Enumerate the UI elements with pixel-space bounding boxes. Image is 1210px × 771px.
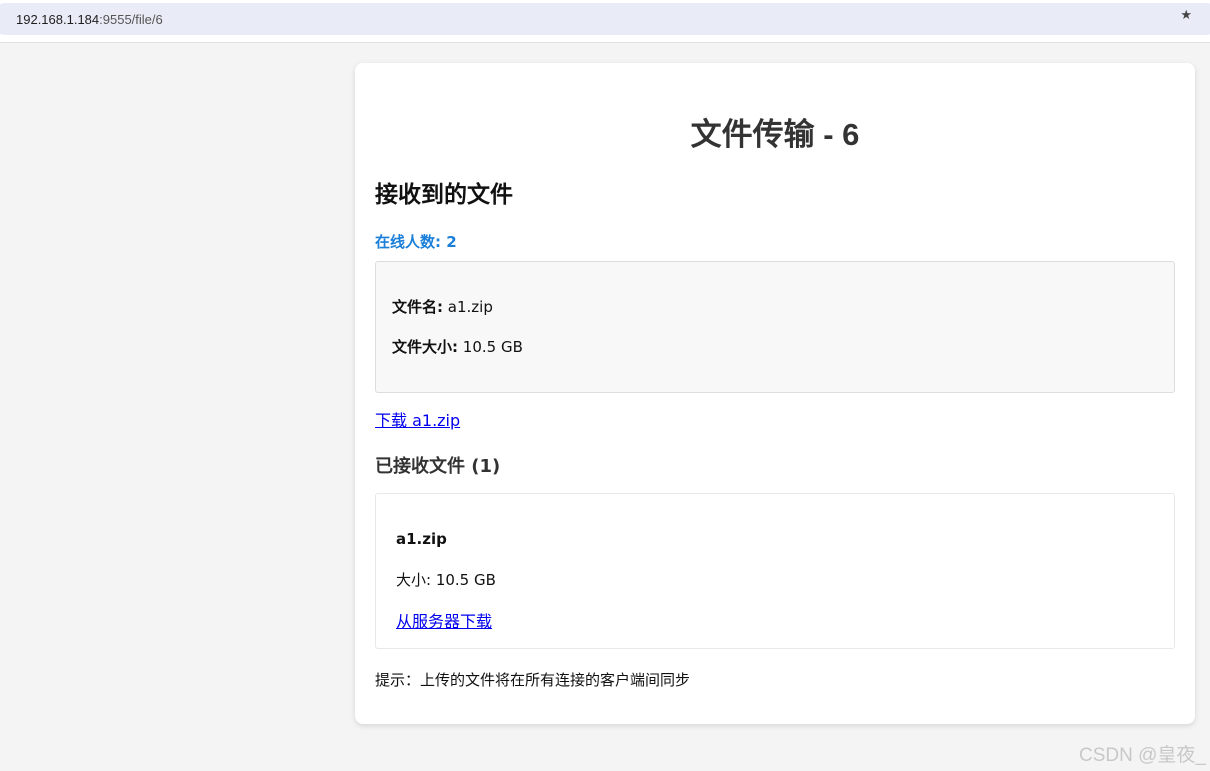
file-name-label: 文件名:	[392, 298, 443, 316]
star-icon[interactable]: ★	[1180, 8, 1192, 23]
section-title: 接收到的文件	[375, 182, 513, 208]
received-files-title: 已接收文件 (1)	[375, 456, 501, 477]
file-size-label: 文件大小:	[392, 338, 458, 356]
address-bar[interactable]: 192.168.1.184:9555/file/6	[0, 3, 1210, 35]
received-file-size: 大小: 10.5 GB	[396, 571, 496, 589]
received-file-item: a1.zip 大小: 10.5 GB 从服务器下载	[375, 493, 1175, 649]
sync-hint: 提示：上传的文件将在所有连接的客户端间同步	[375, 671, 691, 689]
address-path: :9555/file/6	[99, 11, 163, 27]
file-info-box: 文件名: a1.zip 文件大小: 10.5 GB	[375, 261, 1175, 393]
file-name-line: 文件名: a1.zip	[392, 296, 493, 317]
address-host: 192.168.1.184	[16, 11, 100, 27]
file-size-line: 文件大小: 10.5 GB	[392, 336, 523, 357]
browser-toolbar: 192.168.1.184:9555/file/6 ★	[0, 0, 1210, 43]
watermark: CSDN @皇夜_	[1079, 745, 1206, 766]
file-name-value: a1.zip	[447, 298, 493, 316]
file-transfer-card: 文件传输 - 6 接收到的文件 在线人数: 2 文件名: a1.zip 文件大小…	[355, 63, 1195, 724]
download-link[interactable]: 下载 a1.zip	[375, 407, 460, 431]
online-count: 在线人数: 2	[375, 233, 457, 251]
server-download-link[interactable]: 从服务器下载	[396, 608, 492, 632]
file-size-value: 10.5 GB	[462, 338, 523, 356]
page-title: 文件传输 - 6	[690, 117, 860, 152]
received-file-name: a1.zip	[396, 530, 447, 548]
address-url[interactable]: 192.168.1.184:9555/file/6	[16, 12, 163, 27]
